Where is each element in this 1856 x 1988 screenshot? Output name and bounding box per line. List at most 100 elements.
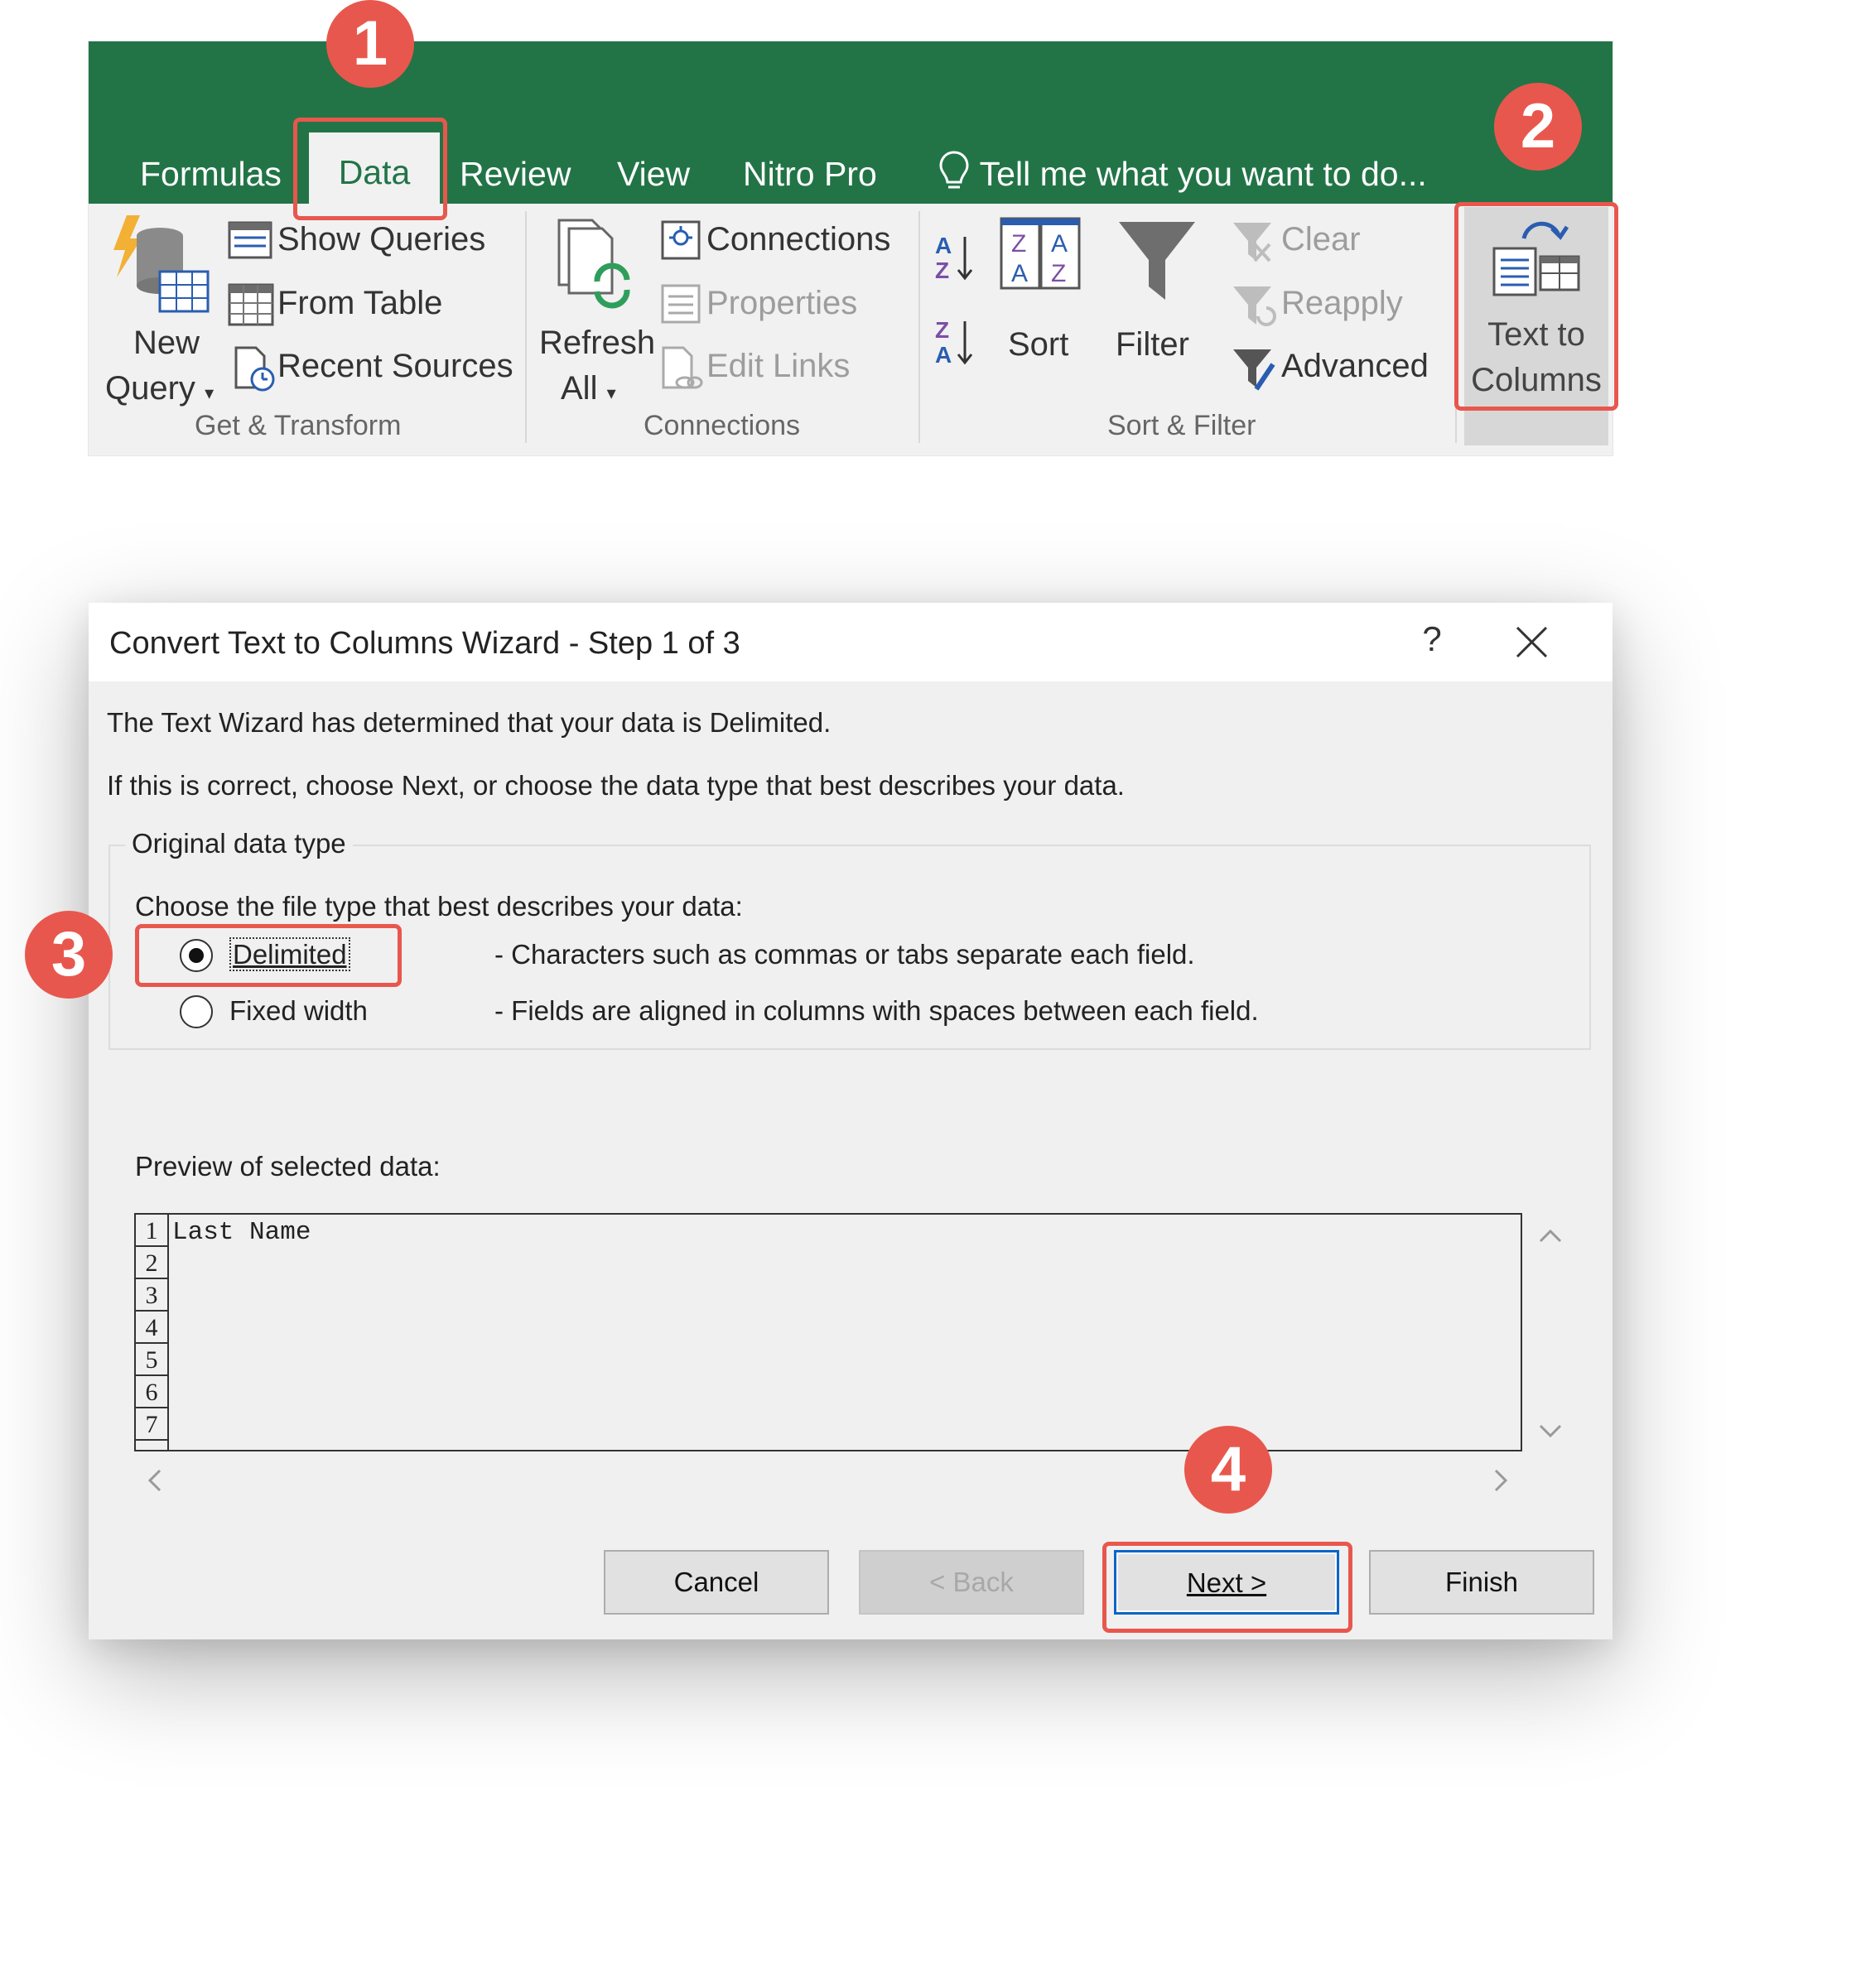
group-legend: Original data type (125, 828, 353, 859)
preview-line-number: 4 (136, 1312, 167, 1344)
svg-text:Z: Z (935, 258, 949, 283)
edit-links-label: Edit Links (706, 348, 851, 384)
group-label-connections: Connections (644, 410, 801, 441)
cancel-button[interactable]: Cancel (604, 1550, 829, 1615)
step-badge-1: 1 (326, 0, 414, 88)
highlight-next-button (1102, 1542, 1352, 1633)
show-queries-icon (228, 221, 272, 259)
from-table-label: From Table (277, 285, 443, 321)
recent-sources-icon (234, 346, 275, 392)
connections-icon (661, 220, 701, 260)
group-label-sort-filter: Sort & Filter (1107, 410, 1256, 441)
sort-descending-button[interactable]: Z A (933, 315, 975, 372)
preview-label: Preview of selected data: (135, 1151, 441, 1182)
tell-me-text: Tell me what you want to do... (979, 155, 1427, 193)
group-separator (525, 211, 527, 443)
filter-button[interactable]: Filter (1106, 217, 1208, 407)
reapply-label: Reapply (1281, 285, 1403, 321)
text-to-columns-wizard-dialog: Convert Text to Columns Wizard - Step 1 … (89, 603, 1613, 1639)
intro-text-1: The Text Wizard has determined that your… (107, 707, 832, 738)
radio-fixed-width[interactable] (180, 995, 213, 1028)
svg-text:Z: Z (1011, 230, 1026, 258)
highlight-delimited-option (135, 924, 402, 987)
show-queries-label: Show Queries (277, 221, 486, 258)
chevron-up-icon (1539, 1229, 1562, 1243)
svg-text:A: A (935, 233, 952, 258)
fixed-width-description: - Fields are aligned in columns with spa… (494, 995, 1259, 1026)
refresh-label-2: All ▾ (561, 370, 616, 407)
preview-line-number: 2 (136, 1247, 167, 1279)
properties-label: Properties (706, 285, 858, 321)
choose-file-type-label: Choose the file type that best describes… (135, 891, 743, 922)
sort-ascending-icon: A Z (935, 233, 973, 283)
highlight-data-tab (293, 118, 447, 220)
refresh-all-button[interactable]: Refresh All ▾ (536, 215, 656, 407)
filter-label: Filter (1116, 326, 1189, 363)
sort-ascending-button[interactable]: A Z (933, 230, 975, 287)
scroll-left-button[interactable] (138, 1464, 171, 1497)
sort-icon: Z A A Z (1000, 217, 1081, 290)
filter-funnel-icon (1119, 222, 1195, 300)
tab-nitro-pro[interactable]: Nitro Pro (743, 149, 877, 199)
radio-option-fixed-width[interactable]: Fixed width - Fields are aligned in colu… (180, 992, 1259, 1033)
close-button[interactable] (1509, 619, 1555, 665)
preview-line-number: 6 (136, 1376, 167, 1408)
table-icon (228, 283, 274, 326)
properties-icon (661, 284, 701, 324)
step-badge-4: 4 (1184, 1426, 1272, 1514)
finish-label: Finish (1444, 1567, 1519, 1597)
finish-button[interactable]: Finish (1369, 1550, 1594, 1615)
svg-text:Z: Z (1051, 260, 1066, 287)
refresh-label-1: Refresh (539, 325, 656, 361)
sort-button[interactable]: Z A A Z Sort (998, 217, 1089, 407)
group-label-get-transform: Get & Transform (195, 410, 402, 441)
recent-sources-label: Recent Sources (277, 348, 513, 384)
preview-line-number: 3 (136, 1279, 167, 1312)
help-button[interactable]: ? (1411, 619, 1453, 661)
advanced-label: Advanced (1281, 348, 1429, 384)
preview-line-number: 5 (136, 1344, 167, 1376)
fixed-width-label: Fixed width (229, 995, 368, 1026)
delimited-description: - Characters such as commas or tabs sepa… (494, 939, 1195, 970)
svg-text:Z: Z (935, 317, 949, 343)
sort-descending-icon: Z A (935, 317, 973, 368)
preview-line-number: 1 (136, 1215, 167, 1247)
tab-view[interactable]: View (617, 149, 690, 199)
tab-formulas[interactable]: Formulas (140, 149, 282, 199)
preview-area[interactable]: 1 2 3 4 5 6 7 Last Name (134, 1213, 1522, 1451)
dialog-title: Convert Text to Columns Wizard - Step 1 … (109, 626, 740, 661)
intro-text-2: If this is correct, choose Next, or choo… (107, 770, 1125, 801)
preview-line-numbers: 1 2 3 4 5 6 7 (136, 1215, 169, 1450)
lightbulb-icon (939, 151, 969, 189)
connections-label: Connections (706, 221, 891, 258)
chevron-down-icon (1539, 1424, 1562, 1438)
chevron-right-icon (1494, 1469, 1508, 1492)
chevron-left-icon (147, 1469, 161, 1492)
close-icon (1516, 626, 1548, 658)
advanced-filter-icon (1233, 349, 1275, 391)
clear-filter-icon (1233, 223, 1271, 262)
clear-label: Clear (1281, 221, 1361, 258)
highlight-text-to-columns (1454, 202, 1618, 411)
reapply-icon (1233, 286, 1276, 326)
svg-text:A: A (1051, 230, 1068, 258)
new-query-label-2: Query ▾ (105, 370, 215, 407)
new-query-button[interactable]: New Query ▾ (99, 215, 223, 407)
tell-me-box[interactable]: Tell me what you want to do... (938, 149, 1427, 199)
excel-ribbon: Formulas Data Review View Nitro Pro Tell… (89, 41, 1613, 455)
preview-row: Last Name (172, 1218, 311, 1247)
scroll-down-button[interactable] (1534, 1414, 1567, 1447)
edit-links-icon (662, 346, 703, 389)
svg-text:A: A (935, 342, 952, 368)
preview-line-number: 7 (136, 1408, 167, 1441)
scroll-up-button[interactable] (1534, 1220, 1567, 1253)
scroll-right-button[interactable] (1484, 1464, 1517, 1497)
new-query-label-1: New (133, 325, 200, 361)
refresh-icon (557, 219, 630, 309)
step-badge-2: 2 (1494, 83, 1582, 171)
step-badge-3: 3 (25, 911, 113, 999)
svg-text:A: A (1011, 260, 1028, 287)
new-query-icon (113, 215, 210, 313)
back-button[interactable]: < Back (859, 1550, 1084, 1615)
tab-review[interactable]: Review (460, 149, 571, 199)
